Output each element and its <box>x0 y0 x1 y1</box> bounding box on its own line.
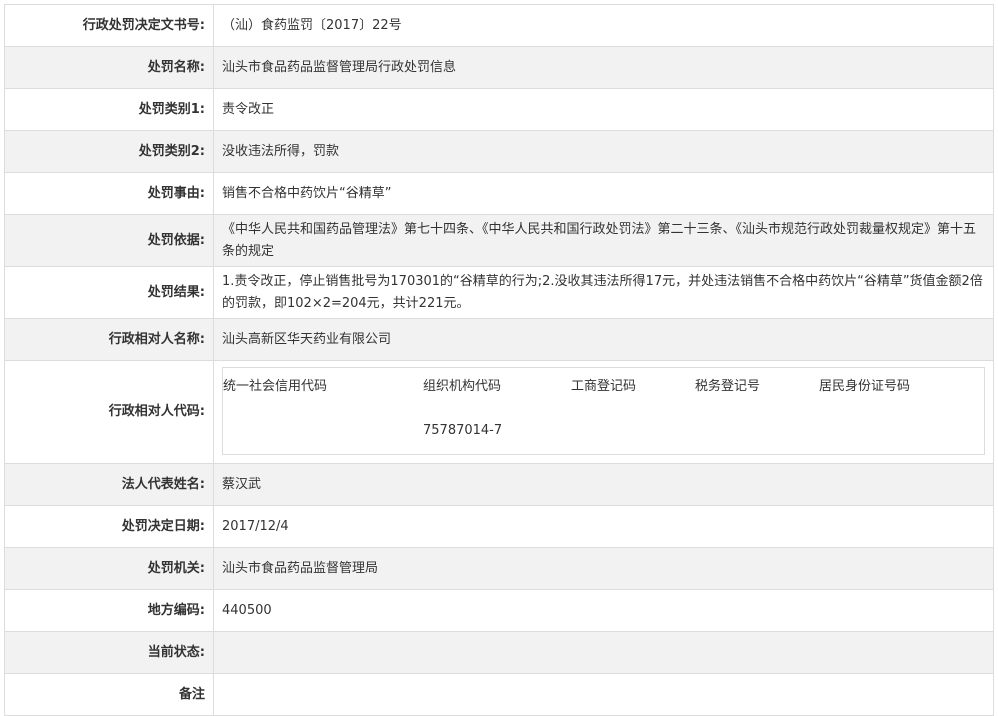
table-row: 行政相对人名称: 汕头高新区华天药业有限公司 <box>4 318 994 361</box>
field-value: 蔡汉武 <box>213 463 994 506</box>
code-value-org: 75787014-7 <box>423 423 503 438</box>
field-value: 汕头高新区华天药业有限公司 <box>213 318 994 361</box>
table-row: 处罚类别1: 责令改正 <box>4 88 994 131</box>
table-row: 法人代表姓名: 蔡汉武 <box>4 463 994 506</box>
code-header-id: 居民身份证号码 <box>819 379 911 394</box>
code-value-id <box>819 410 984 454</box>
field-label: 地方编码: <box>4 589 214 632</box>
field-value: 统一社会信用代码 组织机构代码 工商登记码 税务登记号 居民身份证号码 7578… <box>213 360 994 464</box>
table-row: 处罚事由: 销售不合格中药饮片“谷精草” <box>4 172 994 215</box>
code-header-tax: 税务登记号 <box>695 379 761 394</box>
field-label: 处罚类别2: <box>4 130 214 173</box>
field-value: （汕）食药监罚〔2017〕22号 <box>213 4 994 47</box>
table-row: 处罚名称: 汕头市食品药品监督管理局行政处罚信息 <box>4 46 994 89</box>
code-value-business <box>571 410 695 454</box>
field-value: 汕头市食品药品监督管理局行政处罚信息 <box>213 46 994 89</box>
field-value: 2017/12/4 <box>213 505 994 548</box>
field-value: 责令改正 <box>213 88 994 131</box>
field-label: 处罚结果: <box>4 266 214 319</box>
field-value <box>213 631 994 674</box>
table-row: 处罚依据: 《中华人民共和国药品管理法》第七十四条、《中华人民共和国行政处罚法》… <box>4 214 994 267</box>
field-value: 440500 <box>213 589 994 632</box>
field-value: 汕头市食品药品监督管理局 <box>213 547 994 590</box>
table-row: 处罚结果: 1.责令改正，停止销售批号为170301的“谷精草的行为;2.没收其… <box>4 266 994 319</box>
field-value <box>213 673 994 716</box>
table-row: 处罚决定日期: 2017/12/4 <box>4 505 994 548</box>
field-label: 行政处罚决定文书号: <box>4 4 214 47</box>
penalty-info-table: 行政处罚决定文书号: （汕）食药监罚〔2017〕22号 处罚名称: 汕头市食品药… <box>4 4 994 716</box>
field-label: 行政相对人代码: <box>4 360 214 464</box>
field-label: 处罚机关: <box>4 547 214 590</box>
field-label: 处罚决定日期: <box>4 505 214 548</box>
code-header-credit: 统一社会信用代码 <box>223 379 328 394</box>
code-value-credit <box>223 410 423 454</box>
table-row: 备注 <box>4 673 994 716</box>
field-value: 《中华人民共和国药品管理法》第七十四条、《中华人民共和国行政处罚法》第二十三条、… <box>213 214 994 267</box>
field-value: 没收违法所得，罚款 <box>213 130 994 173</box>
field-label: 备注 <box>4 673 214 716</box>
field-value: 1.责令改正，停止销售批号为170301的“谷精草的行为;2.没收其违法所得17… <box>213 266 994 319</box>
field-label: 处罚名称: <box>4 46 214 89</box>
code-header-business: 工商登记码 <box>571 379 637 394</box>
table-row: 处罚类别2: 没收违法所得，罚款 <box>4 130 994 173</box>
code-value-tax <box>695 410 819 454</box>
table-row: 地方编码: 440500 <box>4 589 994 632</box>
field-label: 行政相对人名称: <box>4 318 214 361</box>
field-label: 法人代表姓名: <box>4 463 214 506</box>
field-value: 销售不合格中药饮片“谷精草” <box>213 172 994 215</box>
table-row: 行政处罚决定文书号: （汕）食药监罚〔2017〕22号 <box>4 4 994 47</box>
entity-codes-grid: 统一社会信用代码 组织机构代码 工商登记码 税务登记号 居民身份证号码 7578… <box>222 367 985 455</box>
code-header-org: 组织机构代码 <box>423 379 502 394</box>
field-label: 当前状态: <box>4 631 214 674</box>
table-row: 行政相对人代码: 统一社会信用代码 组织机构代码 工商登记码 税务登记号 居民身… <box>4 360 994 464</box>
table-row: 当前状态: <box>4 631 994 674</box>
field-label: 处罚依据: <box>4 214 214 267</box>
field-label: 处罚类别1: <box>4 88 214 131</box>
table-row: 处罚机关: 汕头市食品药品监督管理局 <box>4 547 994 590</box>
field-label: 处罚事由: <box>4 172 214 215</box>
